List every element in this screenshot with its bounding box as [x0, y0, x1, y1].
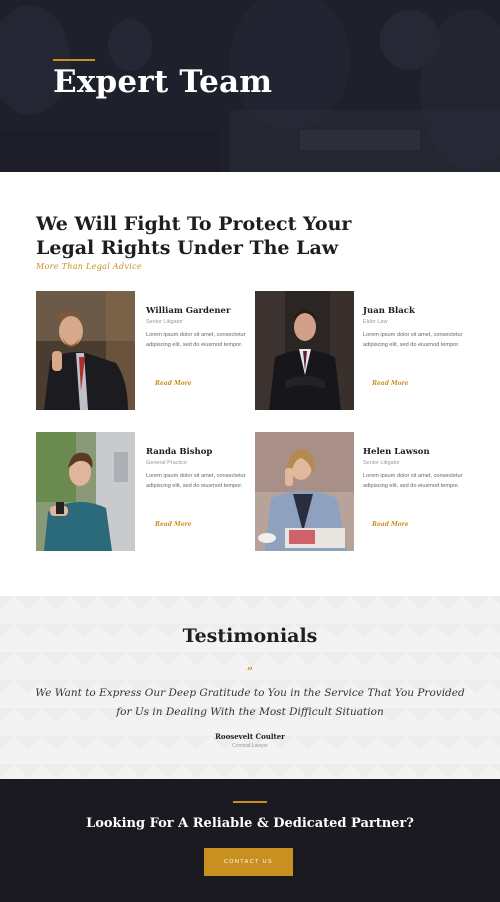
team-member-name: Juan Black	[363, 306, 415, 316]
team-member-role: Senior Litigator	[363, 460, 400, 466]
testimonial-quote: We Want to Express Our Deep Gratitude to…	[35, 687, 465, 718]
hero-banner: Expert Team	[0, 0, 500, 172]
team-member-name: Helen Lawson	[363, 447, 430, 457]
contact-us-button[interactable]: CONTACT US	[204, 848, 293, 876]
cta-section: Looking For A Reliable & Dedicated Partn…	[0, 779, 500, 902]
testimonial-author-role: Criminal Lawyer	[232, 743, 268, 749]
team-member-role: Senior Litigator	[146, 319, 183, 325]
read-more-link[interactable]: Read More	[372, 521, 409, 528]
read-more-link[interactable]: Read More	[155, 521, 192, 528]
cta-accent-line	[233, 801, 267, 803]
team-member-bio: Lorem ipsum dolor sit amet, consectetur …	[363, 473, 463, 489]
hero-accent-line	[53, 59, 95, 61]
testimonials-title: Testimonials	[182, 625, 318, 647]
team-member-photo	[36, 291, 135, 410]
team-member-photo	[255, 291, 354, 410]
team-member-bio: Lorem ipsum dolor sit amet, consectetur …	[146, 473, 246, 489]
testimonial-author: Roosevelt Coulter	[215, 732, 285, 741]
section-heading: We Will Fight To Protect Your Legal Righ…	[36, 213, 352, 259]
team-member-bio: Lorem ipsum dolor sit amet, consectetur …	[146, 332, 246, 348]
team-member-photo	[36, 432, 135, 551]
team-member-name: William Gardener	[146, 306, 231, 316]
quote-icon: ”	[246, 665, 254, 678]
read-more-link[interactable]: Read More	[372, 380, 409, 387]
team-member-name: Randa Bishop	[146, 447, 213, 457]
page-title: Expert Team	[53, 64, 273, 100]
testimonials-section: Testimonials ” We Want to Express Our De…	[0, 596, 500, 779]
section-subheading: More Than Legal Advice	[36, 262, 142, 271]
team-card: Randa Bishop General Practice Lorem ipsu…	[36, 432, 251, 552]
cta-title: Looking For A Reliable & Dedicated Partn…	[86, 816, 414, 831]
team-member-bio: Lorem ipsum dolor sit amet, consectetur …	[363, 332, 463, 348]
team-card: Juan Black Elder Law Lorem ipsum dolor s…	[255, 291, 470, 411]
team-member-role: General Practice	[146, 460, 187, 466]
team-card: Helen Lawson Senior Litigator Lorem ipsu…	[255, 432, 470, 552]
team-card: William Gardener Senior Litigator Lorem …	[36, 291, 251, 411]
read-more-link[interactable]: Read More	[155, 380, 192, 387]
team-member-photo	[255, 432, 354, 551]
team-member-role: Elder Law	[363, 319, 388, 325]
